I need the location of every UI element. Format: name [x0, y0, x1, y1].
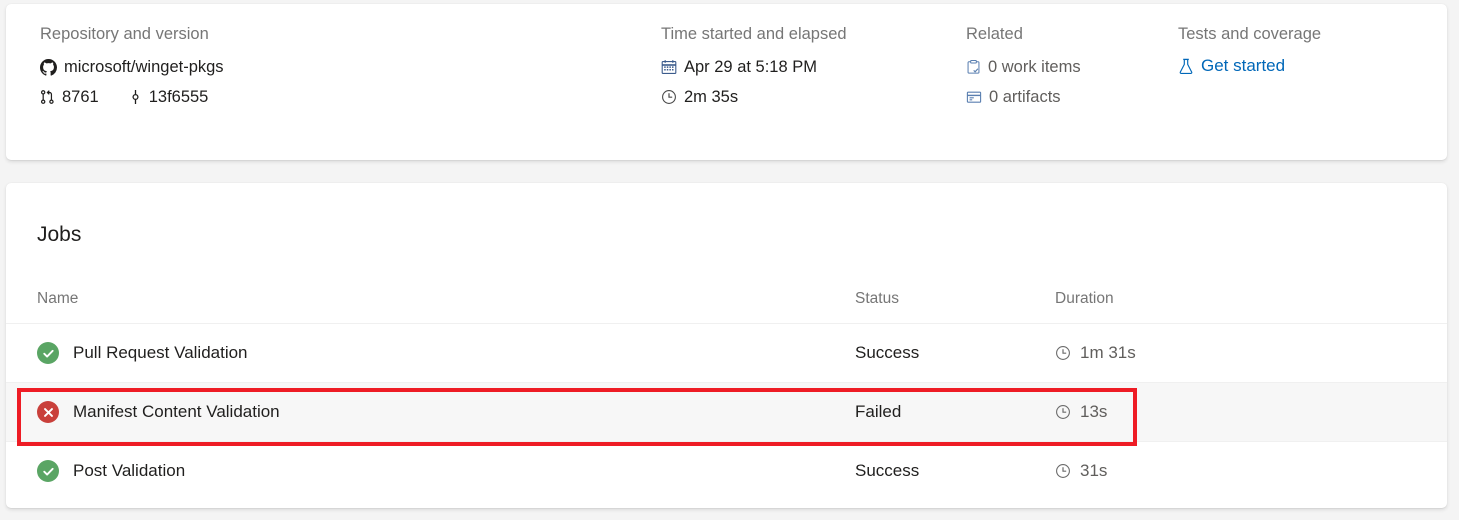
flask-icon [1178, 58, 1194, 75]
start-time-row: Apr 29 at 5:18 PM [661, 56, 951, 78]
summary-column-repository: Repository and version microsoft/winget-… [40, 24, 340, 116]
failed-x-icon [37, 401, 59, 423]
clock-icon [1055, 463, 1071, 479]
artifacts-count: 0 artifacts [989, 88, 1061, 106]
column-header-name: Name [37, 290, 79, 307]
column-header-duration: Duration [1055, 290, 1114, 307]
commit-ref[interactable]: 13f6555 [129, 86, 209, 108]
repository-name-row[interactable]: microsoft/winget-pkgs [40, 56, 340, 78]
job-duration: 1m 31s [1080, 343, 1136, 362]
start-time: Apr 29 at 5:18 PM [684, 58, 817, 76]
job-duration-cell: 31s [1055, 442, 1107, 500]
calendar-icon [661, 59, 677, 75]
table-row[interactable]: Post Validation Success 31s [6, 441, 1447, 500]
artifacts-row[interactable]: 0 artifacts [966, 86, 1166, 108]
repository-refs-row: 8761 13f6555 [40, 86, 340, 108]
job-name-cell: Manifest Content Validation [37, 383, 280, 441]
pull-request-ref[interactable]: 8761 [40, 86, 99, 108]
job-name: Pull Request Validation [73, 343, 248, 362]
summary-columns: Repository and version microsoft/winget-… [6, 24, 1447, 144]
pull-request-icon [40, 89, 55, 105]
tests-get-started-row[interactable]: Get started [1178, 55, 1428, 77]
repository-name: microsoft/winget-pkgs [64, 58, 224, 76]
clock-icon [1055, 404, 1071, 420]
job-duration: 13s [1080, 402, 1108, 421]
jobs-table: Name Status Duration Pull Request Valida… [6, 283, 1447, 500]
job-status-cell: Success [855, 442, 919, 500]
elapsed-time-row: 2m 35s [661, 86, 951, 108]
clipboard-check-icon [966, 59, 981, 75]
summary-column-tests: Tests and coverage Get started [1178, 24, 1428, 85]
github-icon [40, 58, 57, 76]
related-column-heading: Related [966, 25, 1023, 43]
job-name: Manifest Content Validation [73, 402, 280, 421]
job-duration: 31s [1080, 461, 1108, 480]
jobs-table-header: Name Status Duration [6, 283, 1447, 323]
job-status-cell: Failed [855, 383, 901, 441]
clock-icon [1055, 345, 1071, 361]
success-check-icon [37, 460, 59, 482]
work-items-count: 0 work items [988, 58, 1081, 76]
job-status: Success [855, 343, 920, 362]
repository-column-heading: Repository and version [40, 25, 209, 43]
table-row[interactable]: Pull Request Validation Success 1m 31s [6, 323, 1447, 382]
get-started-link[interactable]: Get started [1201, 55, 1285, 77]
tests-column-heading: Tests and coverage [1178, 25, 1322, 43]
job-name-cell: Post Validation [37, 442, 185, 500]
pull-request-number: 8761 [62, 88, 99, 106]
work-items-row[interactable]: 0 work items [966, 56, 1166, 78]
summary-column-time: Time started and elapsed Apr 29 at 5:18 … [661, 24, 951, 116]
jobs-card: Jobs Name Status Duration Pull Request V… [6, 183, 1447, 508]
commit-icon [129, 89, 142, 105]
success-check-icon [37, 342, 59, 364]
job-status: Failed [855, 402, 902, 421]
table-row[interactable]: Manifest Content Validation Failed 13s [6, 382, 1447, 441]
time-column-heading: Time started and elapsed [661, 25, 847, 43]
job-duration-cell: 1m 31s [1055, 324, 1136, 382]
summary-column-related: Related 0 work items 0 artifacts [966, 24, 1166, 116]
jobs-title: Jobs [37, 223, 82, 246]
summary-card: Repository and version microsoft/winget-… [6, 4, 1447, 160]
job-name-cell: Pull Request Validation [37, 324, 248, 382]
artifact-box-icon [966, 89, 982, 105]
job-status-cell: Success [855, 324, 919, 382]
column-header-status: Status [855, 290, 899, 307]
job-duration-cell: 13s [1055, 383, 1107, 441]
job-status: Success [855, 461, 920, 480]
job-name: Post Validation [73, 461, 186, 480]
clock-icon [661, 89, 677, 105]
build-summary-page: Repository and version microsoft/winget-… [0, 0, 1459, 520]
commit-sha: 13f6555 [148, 88, 209, 106]
elapsed-time: 2m 35s [684, 88, 739, 106]
